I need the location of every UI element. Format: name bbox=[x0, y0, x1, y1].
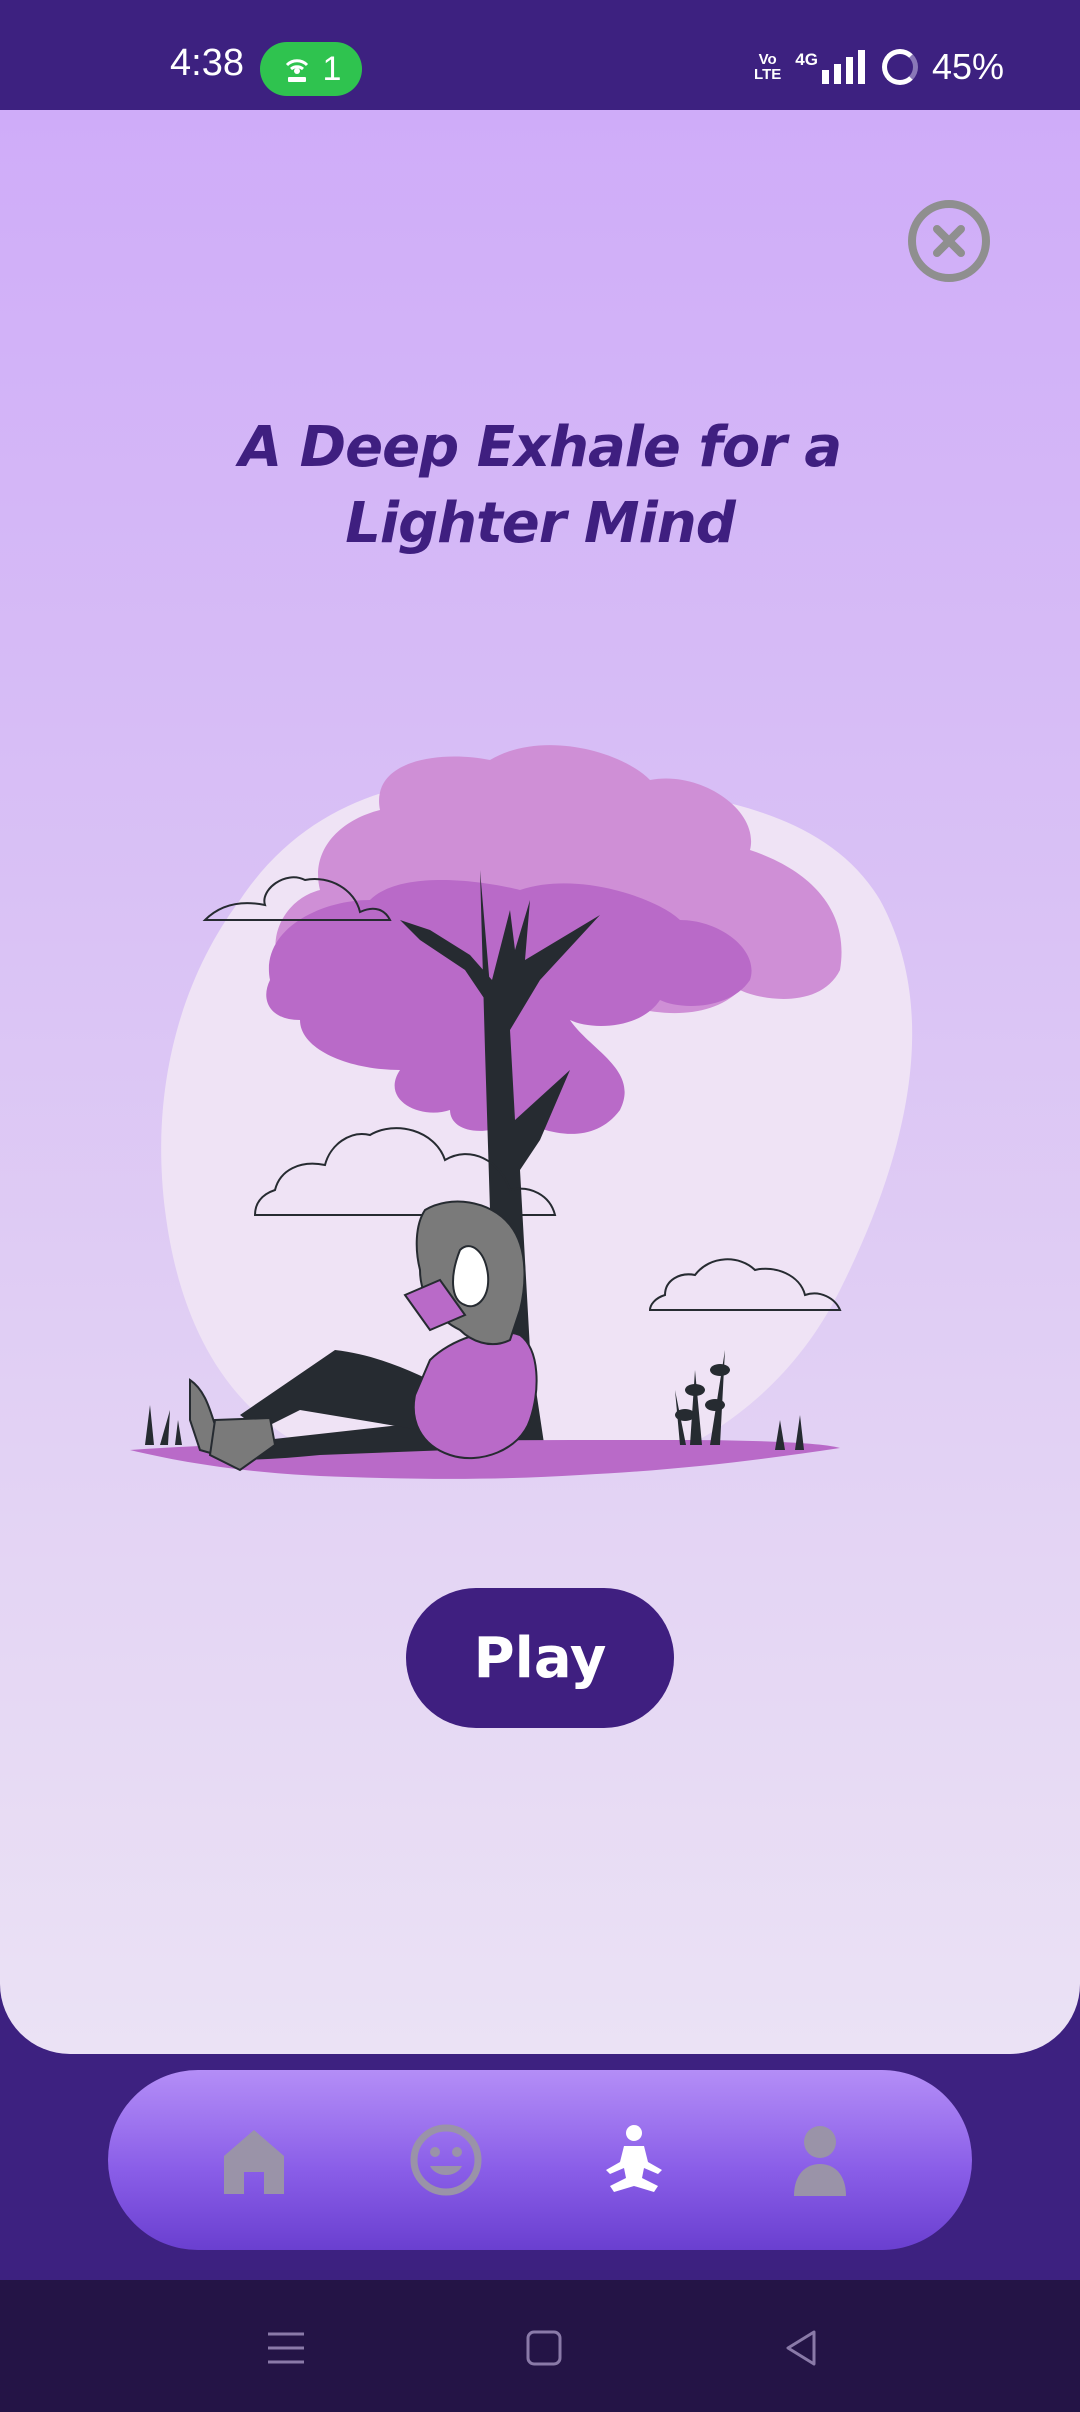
play-button[interactable]: Play bbox=[406, 1588, 674, 1728]
profile-icon bbox=[794, 2126, 846, 2196]
reading-under-tree-illustration bbox=[130, 745, 913, 1479]
meditation-card: A Deep Exhale for a Lighter Mind Play bbox=[0, 110, 1080, 2054]
hotspot-icon bbox=[285, 59, 308, 82]
nav-item-home[interactable] bbox=[214, 2120, 294, 2200]
page-title: A Deep Exhale for a Lighter Mind bbox=[238, 415, 842, 556]
system-navigation-bar bbox=[0, 2280, 1080, 2412]
system-menu-button[interactable] bbox=[262, 2324, 310, 2372]
hotspot-indicator[interactable]: 1 bbox=[260, 42, 362, 96]
menu-icon bbox=[268, 2332, 304, 2364]
network-type: 4G bbox=[795, 50, 818, 69]
volte-indicator: Vo LTE bbox=[754, 52, 781, 82]
bottom-navigation bbox=[0, 2054, 1080, 2280]
status-bar: 4:38 1 Vo LTE 4G 45% bbox=[0, 0, 1080, 110]
system-back-button[interactable] bbox=[778, 2324, 826, 2372]
close-icon bbox=[933, 225, 965, 257]
close-button[interactable] bbox=[908, 200, 990, 282]
system-home-button[interactable] bbox=[520, 2324, 568, 2372]
signal-icon bbox=[821, 50, 865, 84]
nav-item-profile[interactable] bbox=[780, 2120, 860, 2200]
volte-line2: LTE bbox=[754, 66, 782, 83]
volte-line1: Vo bbox=[758, 51, 777, 68]
bottom-nav-bar bbox=[108, 2070, 972, 2250]
smiley-icon bbox=[410, 2124, 482, 2196]
back-triangle-icon bbox=[786, 2330, 816, 2366]
meditation-icon bbox=[606, 2125, 662, 2192]
nav-item-mood[interactable] bbox=[406, 2120, 486, 2200]
battery-percent: 45% bbox=[931, 46, 1004, 87]
hotspot-count: 1 bbox=[322, 49, 342, 88]
home-icon bbox=[224, 2130, 284, 2194]
status-icons: Vo LTE 4G 45% bbox=[754, 46, 1004, 88]
signal-indicator: 4G bbox=[795, 50, 868, 84]
nav-item-meditate[interactable] bbox=[594, 2120, 674, 2200]
battery-icon bbox=[881, 49, 918, 85]
status-time: 4:38 bbox=[170, 42, 244, 84]
home-square-icon bbox=[526, 2330, 562, 2366]
